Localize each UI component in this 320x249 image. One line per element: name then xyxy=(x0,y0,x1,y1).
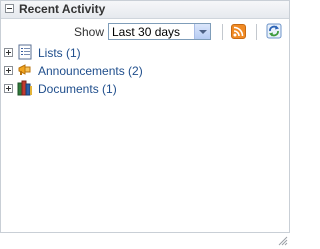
panel-header: Recent Activity xyxy=(1,1,289,19)
books-icon xyxy=(17,80,33,96)
period-select-value: Last 30 days xyxy=(112,25,181,39)
refresh-icon[interactable] xyxy=(266,23,282,39)
expand-icon[interactable] xyxy=(4,48,13,57)
list-icon xyxy=(17,44,33,60)
list-item-label[interactable]: Lists (1) xyxy=(38,46,81,60)
panel-title: Recent Activity xyxy=(19,2,106,16)
chevron-down-icon[interactable] xyxy=(194,24,210,39)
expand-icon[interactable] xyxy=(4,66,13,75)
expand-icon[interactable] xyxy=(4,84,13,93)
megaphone-icon xyxy=(17,62,33,78)
list-item[interactable]: Documents (1) xyxy=(1,80,201,98)
recent-activity-panel: Recent Activity Show Last 30 days Lists … xyxy=(0,0,290,233)
rss-icon[interactable] xyxy=(231,24,246,39)
list-item-label[interactable]: Announcements (2) xyxy=(38,64,143,78)
toolbar: Show Last 30 days xyxy=(1,21,289,43)
toolbar-divider xyxy=(256,24,257,40)
list-item-label[interactable]: Documents (1) xyxy=(38,82,117,96)
list-item[interactable]: Lists (1) xyxy=(1,44,201,62)
toolbar-divider xyxy=(222,24,223,40)
show-label: Show xyxy=(74,25,105,39)
collapse-icon[interactable] xyxy=(5,4,14,13)
list-item[interactable]: Announcements (2) xyxy=(1,62,201,80)
period-select[interactable]: Last 30 days xyxy=(108,23,211,40)
resize-grip-icon[interactable] xyxy=(278,235,288,246)
